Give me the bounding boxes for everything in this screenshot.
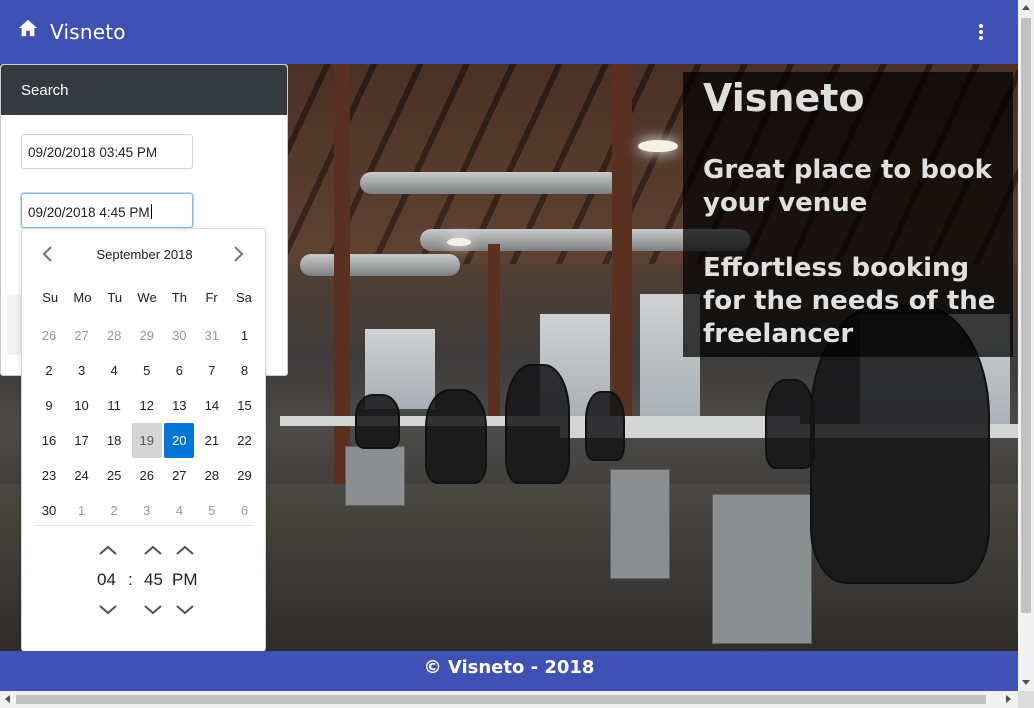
calendar-day[interactable]: 13 bbox=[164, 388, 194, 423]
weekday-label: Tu bbox=[107, 290, 123, 305]
calendar-day[interactable]: 8 bbox=[229, 353, 259, 388]
calendar-day[interactable]: 10 bbox=[67, 388, 97, 423]
calendar-day[interactable]: 22 bbox=[229, 423, 259, 458]
calendar-day[interactable]: 18 bbox=[99, 423, 129, 458]
calendar-week: 9 10 11 12 13 14 15 bbox=[34, 388, 262, 423]
vertical-scrollbar[interactable] bbox=[1018, 0, 1034, 691]
calendar-day[interactable]: 1 bbox=[229, 318, 259, 353]
month-label[interactable]: September 2018 bbox=[62, 247, 227, 262]
calendar-day[interactable]: 28 bbox=[197, 458, 227, 493]
divider bbox=[34, 525, 254, 526]
calendar-day-selected[interactable]: 20 bbox=[164, 423, 195, 458]
more-vert-icon[interactable] bbox=[972, 22, 990, 46]
calendar-day[interactable]: 3 bbox=[67, 353, 97, 388]
calendar-day[interactable]: 29 bbox=[132, 318, 162, 353]
calendar-day[interactable]: 15 bbox=[229, 388, 259, 423]
hour-up-icon[interactable] bbox=[97, 543, 119, 557]
weekday-label: Th bbox=[171, 290, 187, 305]
scrollbar-corner bbox=[1018, 691, 1034, 708]
calendar-day[interactable]: 29 bbox=[229, 458, 259, 493]
weekday-label: Su bbox=[42, 290, 59, 305]
calendar-week: 26 27 28 29 30 31 1 bbox=[34, 318, 262, 353]
scroll-right-icon[interactable] bbox=[1006, 695, 1012, 703]
hero-title: Visneto bbox=[703, 76, 865, 120]
hour-down-icon[interactable] bbox=[97, 603, 119, 617]
weekday-label: Fr bbox=[205, 290, 218, 305]
minute-down-icon[interactable] bbox=[142, 603, 164, 617]
home-icon[interactable] bbox=[17, 18, 39, 38]
calendar-week: 16 17 18 19 20 21 22 bbox=[34, 423, 262, 458]
calendar-day[interactable]: 1 bbox=[67, 493, 97, 528]
vertical-scroll-thumb[interactable] bbox=[1021, 18, 1031, 613]
start-datetime-input[interactable]: 09/20/2018 03:45 PM bbox=[21, 134, 193, 169]
end-datetime-value: 09/20/2018 4:45 PM bbox=[28, 205, 150, 220]
calendar-day[interactable]: 26 bbox=[132, 458, 162, 493]
chevron-left-icon[interactable] bbox=[38, 243, 58, 265]
hero-subtagline: Effortless booking for the needs of the … bbox=[703, 253, 996, 349]
calendar-day[interactable]: 6 bbox=[164, 353, 194, 388]
calendar-day[interactable]: 21 bbox=[197, 423, 227, 458]
period-down-icon[interactable] bbox=[174, 603, 196, 617]
datetime-picker: September 2018 Su Mo Tu We Th Fr Sa 26 2… bbox=[21, 228, 266, 652]
hour-value[interactable]: 04 bbox=[97, 570, 116, 590]
calendar-day-today[interactable]: 19 bbox=[131, 423, 162, 458]
time-separator: : bbox=[128, 570, 133, 589]
weekday-label: Mo bbox=[73, 290, 92, 305]
weekday-label: We bbox=[137, 290, 157, 305]
calendar-week: 23 24 25 26 27 28 29 bbox=[34, 458, 262, 493]
calendar-day[interactable]: 26 bbox=[34, 318, 64, 353]
calendar-day[interactable]: 11 bbox=[99, 388, 129, 423]
calendar-grid: 26 27 28 29 30 31 1 2 3 4 5 6 7 8 9 10 1… bbox=[34, 318, 262, 528]
calendar-day[interactable]: 27 bbox=[164, 458, 194, 493]
calendar-day[interactable]: 14 bbox=[197, 388, 227, 423]
calendar-day[interactable]: 5 bbox=[197, 493, 227, 528]
footer: © Visneto - 2018 bbox=[0, 651, 1018, 691]
calendar-day[interactable]: 23 bbox=[34, 458, 64, 493]
footer-text: © Visneto - 2018 bbox=[423, 657, 595, 678]
hero-overlay: Visneto Great place to book your venue E… bbox=[683, 72, 1013, 357]
calendar-day[interactable]: 16 bbox=[34, 423, 64, 458]
chevron-right-icon[interactable] bbox=[228, 243, 248, 265]
scroll-up-icon[interactable] bbox=[1022, 4, 1030, 10]
app-bar: Visneto bbox=[0, 0, 1018, 64]
period-value[interactable]: PM bbox=[172, 570, 198, 590]
calendar-day[interactable]: 6 bbox=[229, 493, 259, 528]
weekday-label: Sa bbox=[235, 290, 252, 305]
calendar-day[interactable]: 27 bbox=[67, 318, 97, 353]
hero-tagline: Great place to book your venue bbox=[703, 155, 992, 218]
calendar-day[interactable]: 25 bbox=[99, 458, 129, 493]
period-up-icon[interactable] bbox=[174, 543, 196, 557]
calendar-day[interactable]: 4 bbox=[99, 353, 129, 388]
calendar-day[interactable]: 5 bbox=[132, 353, 162, 388]
calendar-day[interactable]: 24 bbox=[67, 458, 97, 493]
calendar-week: 30 1 2 3 4 5 6 bbox=[34, 493, 262, 528]
calendar-day[interactable]: 4 bbox=[164, 493, 194, 528]
calendar-day[interactable]: 28 bbox=[99, 318, 129, 353]
calendar-day[interactable]: 3 bbox=[132, 493, 162, 528]
calendar-day[interactable]: 31 bbox=[197, 318, 227, 353]
calendar-week: 2 3 4 5 6 7 8 bbox=[34, 353, 262, 388]
horizontal-scrollbar[interactable] bbox=[0, 691, 1018, 708]
app-title[interactable]: Visneto bbox=[50, 20, 126, 44]
calendar-day[interactable]: 30 bbox=[34, 493, 64, 528]
end-datetime-input[interactable]: 09/20/2018 4:45 PM bbox=[21, 193, 193, 228]
calendar-day[interactable]: 7 bbox=[197, 353, 227, 388]
horizontal-scroll-thumb[interactable] bbox=[16, 695, 986, 704]
start-datetime-value: 09/20/2018 03:45 PM bbox=[28, 145, 158, 160]
calendar-day[interactable]: 17 bbox=[67, 423, 97, 458]
weekday-header: Su Mo Tu We Th Fr Sa bbox=[34, 290, 262, 305]
calendar-day[interactable]: 12 bbox=[132, 388, 162, 423]
calendar-day[interactable]: 2 bbox=[34, 353, 64, 388]
minute-up-icon[interactable] bbox=[142, 543, 164, 557]
calendar-day[interactable]: 30 bbox=[164, 318, 194, 353]
calendar-day[interactable]: 2 bbox=[99, 493, 129, 528]
scroll-down-icon[interactable] bbox=[1022, 680, 1030, 686]
search-header: Search bbox=[1, 65, 287, 115]
calendar-day[interactable]: 9 bbox=[34, 388, 64, 423]
minute-value[interactable]: 45 bbox=[144, 570, 163, 590]
scroll-left-icon[interactable] bbox=[4, 695, 10, 703]
